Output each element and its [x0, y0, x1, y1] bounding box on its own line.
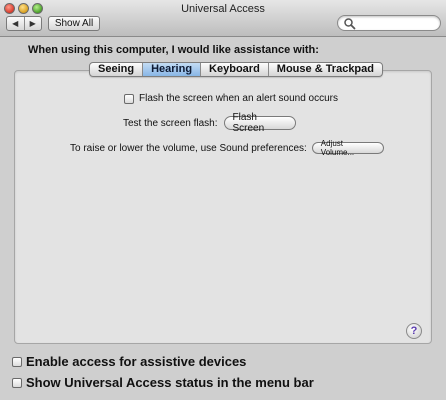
assistive-devices-option[interactable]: Enable access for assistive devices — [12, 354, 246, 369]
nav-back-forward: ◀ ▶ — [6, 16, 42, 31]
tab-keyboard[interactable]: Keyboard — [200, 63, 268, 76]
back-arrow-icon: ◀ — [12, 19, 19, 28]
status-menu-checkbox[interactable] — [12, 377, 22, 388]
back-button[interactable]: ◀ — [7, 17, 24, 30]
flash-screen-option[interactable]: Flash the screen when an alert sound occ… — [124, 93, 338, 104]
status-menu-label: Show Universal Access status in the menu… — [26, 375, 314, 390]
search-icon — [344, 18, 356, 30]
forward-button[interactable]: ▶ — [23, 17, 42, 30]
tab-hearing[interactable]: Hearing — [142, 63, 201, 76]
forward-arrow-icon: ▶ — [29, 19, 36, 28]
assistive-devices-label: Enable access for assistive devices — [26, 354, 247, 369]
flash-screen-label: Flash the screen when an alert sound occ… — [139, 93, 338, 104]
window-title: Universal Access — [181, 3, 265, 15]
assistance-heading: When using this computer, I would like a… — [28, 44, 319, 56]
window-toolbar: Universal Access ◀ ▶ Show All — [0, 0, 446, 37]
flash-screen-checkbox[interactable] — [124, 93, 134, 104]
show-all-button[interactable]: Show All — [48, 16, 100, 31]
volume-hint-label: To raise or lower the volume, use Sound … — [70, 142, 307, 154]
tab-mouse-trackpad[interactable]: Mouse & Trackpad — [267, 63, 382, 76]
tab-seeing[interactable]: Seeing — [90, 63, 142, 76]
status-menu-option[interactable]: Show Universal Access status in the menu… — [12, 375, 314, 390]
adjust-volume-button[interactable]: Adjust Volume... — [311, 139, 384, 157]
help-icon[interactable]: ? — [406, 323, 422, 339]
category-tabs: Seeing Hearing Keyboard Mouse & Trackpad — [89, 62, 383, 77]
flash-screen-button[interactable]: Flash Screen — [223, 112, 296, 134]
search-input[interactable] — [337, 15, 441, 31]
assistive-devices-checkbox[interactable] — [12, 356, 22, 367]
test-flash-row: Test the screen flash: Flash Screen — [123, 112, 296, 134]
volume-row: To raise or lower the volume, use Sound … — [70, 139, 384, 157]
test-flash-label: Test the screen flash: — [123, 117, 218, 129]
hearing-panel — [14, 70, 432, 344]
